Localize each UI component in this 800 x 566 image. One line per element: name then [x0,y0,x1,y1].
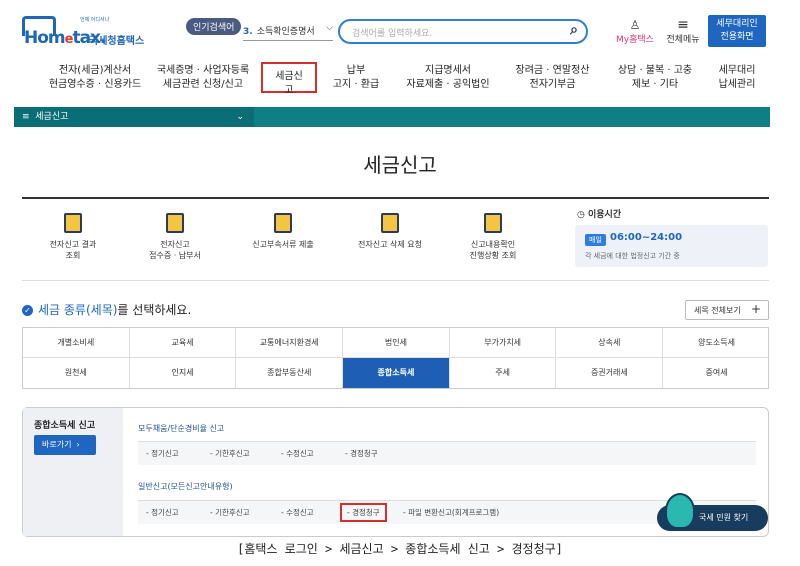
hometax-logo[interactable]: 언제 어디서나 Hometax. 국세청홈택스 [22,16,152,48]
chevron-down-icon[interactable]: ⌵ [326,23,333,33]
service-delete-request[interactable]: 전자신고 삭제 요청 [345,213,435,250]
group-title-general: 일반신고(모든신고안내유형) [138,482,233,491]
tax-type-cell[interactable]: 교육세 [129,328,237,358]
clock-icon: ◷ [577,210,585,220]
tax-type-cell[interactable]: 양도소득세 [663,328,770,358]
link-amend[interactable]: - 수정신고 [281,448,314,459]
link-file-conversion[interactable]: - 파일 변환신고(회계프로그램) [403,507,499,518]
check-circle-icon: ✓ [22,305,33,316]
plus-icon: + [750,302,761,316]
filing-title: 종합소득세 신고 [34,421,96,431]
page-title: 세금신고 [363,153,437,177]
service-result-lookup[interactable]: 전자신고 결과 조회 [33,213,113,261]
receipt-icon [166,213,184,233]
tax-type-cell[interactable]: 주세 [450,358,557,388]
link-regular[interactable]: - 정기신고 [146,448,179,459]
caption: [홈택스 로그인 > 세금신고 > 종합소득세 신고 > 경정청구] [237,542,563,556]
section-select[interactable]: ≡ 세금신고 ⌄ [14,107,254,127]
hours-note: 각 세금에 대한 법정신고 기간 중 [585,252,680,260]
user-icon: ♙ [629,18,641,32]
myhome-button[interactable]: ♙ My홈택스 [613,18,657,45]
service-progress-lookup[interactable]: 신고내용확인 진행상황 조회 [448,213,538,261]
link-late[interactable]: - 기한후신고 [210,507,250,518]
go-button[interactable]: 바로가기 › [34,435,96,455]
nav-tax-agent[interactable]: 세무대리 납세관리 [707,64,767,92]
link-regular[interactable]: - 정기신고 [146,507,179,518]
hours-title: ◷ 이용시간 [577,210,622,220]
chevron-right-icon: › [76,440,80,449]
tax-agent-button[interactable]: 세무대리인 전용화면 [708,15,766,47]
tax-type-cell[interactable]: 개별소비세 [23,328,130,358]
tax-type-cell[interactable]: 부가가치세 [449,328,557,358]
delete-document-icon [381,213,399,233]
nav-payment[interactable]: 납부 고지 · 환급 [326,64,386,92]
link-correction[interactable]: - 경정청구 [345,448,378,459]
tax-select-title: ✓ 세금 종류(세목)를 선택하세요. [22,301,191,318]
link-late[interactable]: - 기한후신고 [210,448,250,459]
group-title-simple: 모두채움/단순경비율 신고 [138,424,225,433]
popular-search-item[interactable]: 3. 소득확인증명서 ⌵ [243,23,333,41]
document-search-icon [64,213,82,233]
popular-search-badge: 인기검색어 [186,18,242,35]
tax-type-cell[interactable]: 원천세 [23,358,130,388]
link-correction-highlighted[interactable]: - 경정청구 [340,503,387,522]
group-row-simple: - 정기신고 - 기한후신고 - 수정신고 - 경정청구 [138,441,756,465]
nav-e-invoice[interactable]: 전자(세금)계산서 현금영수증 · 신용카드 [40,64,150,92]
mascot-icon [665,493,695,529]
nav-certificate[interactable]: 국세증명 · 사업자등록 세금관련 신청/신고 [148,64,258,92]
tax-type-cell[interactable]: 법인세 [343,328,450,358]
hours-time: 06:00~24:00 [610,232,683,243]
progress-check-icon [484,213,502,233]
tax-type-grid: 개별소비세 교육세 교통에너지환경세 법인세 부가가치세 상속세 양도소득세 원… [22,327,770,389]
tax-type-cell[interactable]: 증여세 [663,358,770,388]
document-edit-icon [274,213,292,233]
nav-incentive[interactable]: 장려금 · 연말정산 전자기부금 [505,64,600,92]
hamburger-icon: ≡ [677,17,689,33]
chevron-down-icon: ⌄ [236,112,244,122]
service-attachment-submit[interactable]: 신고부속서류 제출 [238,213,328,250]
tax-type-cell[interactable]: 인지세 [130,358,237,388]
tax-type-cell[interactable]: 증권거래세 [557,358,664,388]
all-menu-button[interactable]: ≡ 전체메뉴 [661,18,705,45]
search-input[interactable]: 검색어를 입력하세요. ⌕ [338,19,588,44]
tax-type-cell-active[interactable]: 종합소득세 [343,358,450,388]
tax-type-cell[interactable]: 종합부동산세 [236,358,344,388]
link-amend[interactable]: - 수정신고 [281,507,314,518]
tax-type-cell[interactable]: 교통에너지환경세 [236,328,344,358]
service-receipt[interactable]: 전자신고 접수증 · 납부서 [135,213,215,261]
view-all-tax-button[interactable]: 세목 전체보기 + [685,300,769,320]
hours-badge: 매일 [585,234,606,246]
location-bar: ≡ 세금신고 ⌄ [14,107,770,127]
civil-service-find-button[interactable]: 국세 민원 찾기 [657,493,768,531]
search-icon[interactable]: ⌕ [570,22,578,38]
nav-consult[interactable]: 상담 · 불복 · 고충 제보 · 기타 [610,64,700,92]
nav-tax-filing[interactable]: 세금신고 [261,62,317,96]
nav-payment-statement[interactable]: 지급명세서 자료제출 · 공익법인 [398,64,498,92]
menu-icon: ≡ [22,112,30,122]
tax-type-cell[interactable]: 상속세 [556,328,664,358]
main-nav: 전자(세금)계산서 현금영수증 · 신용카드 국세증명 · 사업자등록 세금관련 신… [0,62,800,100]
logo-tagline: 언제 어디서나 [80,17,110,23]
logo-subtitle: 국세청홈택스 [89,36,145,47]
